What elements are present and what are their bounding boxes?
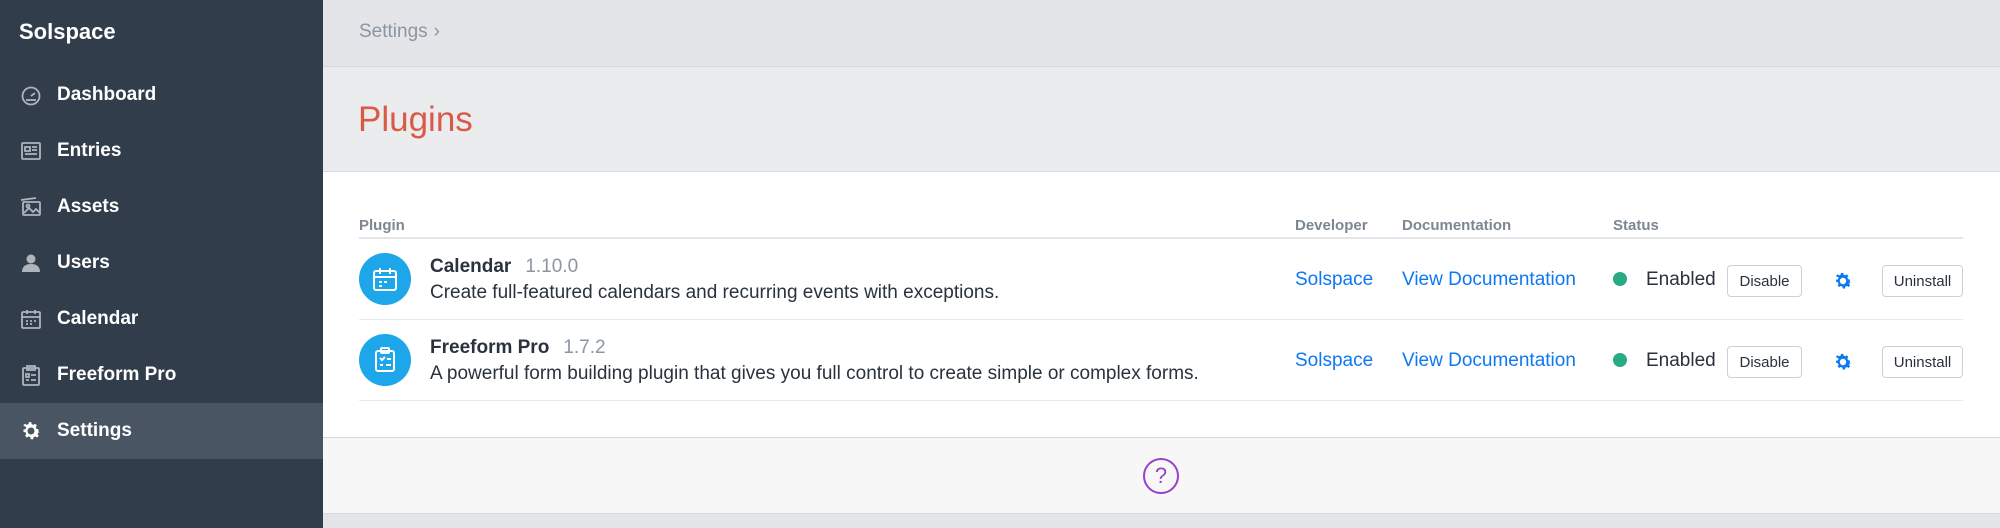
plugin-description: A powerful form building plugin that giv… xyxy=(430,363,1199,384)
sidebar-item-calendar[interactable]: Calendar xyxy=(0,291,323,347)
plugin-description: Create full-featured calendars and recur… xyxy=(430,282,1000,303)
entries-icon xyxy=(19,139,43,163)
documentation-link[interactable]: View Documentation xyxy=(1402,350,1576,372)
column-header-developer: Developer xyxy=(1295,217,1368,234)
sidebar-item-freeform-pro[interactable]: Freeform Pro xyxy=(0,347,323,403)
calendar-icon xyxy=(359,253,411,305)
status-enabled-dot xyxy=(1613,272,1627,286)
sidebar-nav: Dashboard Entries Assets Users Calendar … xyxy=(0,67,323,459)
plugin-settings-gear-icon[interactable] xyxy=(1831,269,1855,293)
sidebar-item-dashboard[interactable]: Dashboard xyxy=(0,67,323,123)
breadcrumb: Settings › xyxy=(359,21,440,43)
plugin-name-text: Freeform Pro xyxy=(430,337,550,358)
uninstall-button[interactable]: Uninstall xyxy=(1882,265,1963,297)
breadcrumb-separator: › xyxy=(433,21,440,42)
plugins-panel: Plugin Developer Documentation Status Ca… xyxy=(323,172,2000,438)
page-title: Plugins xyxy=(358,100,473,139)
documentation-link[interactable]: View Documentation xyxy=(1402,269,1576,291)
column-header-status: Status xyxy=(1613,217,1659,234)
plugins-table: Plugin Developer Documentation Status Ca… xyxy=(359,210,1963,401)
status-enabled-dot xyxy=(1613,353,1627,367)
plugin-name-text: Calendar xyxy=(430,256,512,277)
breadcrumb-settings-link[interactable]: Settings xyxy=(359,21,428,42)
sidebar-item-assets[interactable]: Assets xyxy=(0,179,323,235)
table-row: Freeform Pro 1.7.2 A powerful form buildi… xyxy=(359,320,1963,401)
sidebar-item-label: Settings xyxy=(57,420,132,441)
column-header-plugin: Plugin xyxy=(359,217,405,234)
plugin-settings-gear-icon[interactable] xyxy=(1831,350,1855,374)
developer-link[interactable]: Solspace xyxy=(1295,269,1373,291)
calendar-icon xyxy=(19,307,43,331)
sidebar-item-users[interactable]: Users xyxy=(0,235,323,291)
plugin-version: 1.7.2 xyxy=(563,337,606,358)
sidebar-item-label: Dashboard xyxy=(57,84,157,105)
disable-button[interactable]: Disable xyxy=(1727,346,1802,378)
freeform-icon xyxy=(19,363,43,387)
gear-icon xyxy=(19,419,43,443)
status-text: Enabled xyxy=(1646,269,1716,290)
sidebar: Solspace Dashboard Entries Assets Users … xyxy=(0,0,323,528)
users-icon xyxy=(19,251,43,275)
top-bar: Settings › xyxy=(323,0,2000,67)
page-header: Plugins xyxy=(323,67,2000,172)
assets-icon xyxy=(19,195,43,219)
plugin-version: 1.10.0 xyxy=(525,256,579,277)
plugin-name: Freeform Pro 1.7.2 xyxy=(430,337,606,359)
dashboard-icon xyxy=(19,83,43,107)
help-icon[interactable]: ? xyxy=(1143,458,1179,494)
main-area: Settings › Plugins Plugin Developer Docum… xyxy=(323,0,2000,528)
disable-button[interactable]: Disable xyxy=(1727,265,1802,297)
sidebar-item-label: Calendar xyxy=(57,308,139,329)
table-row: Calendar 1.10.0 Create full-featured cale… xyxy=(359,239,1963,320)
page-footer: ? xyxy=(323,438,2000,514)
uninstall-button[interactable]: Uninstall xyxy=(1882,346,1963,378)
site-name[interactable]: Solspace xyxy=(19,19,116,45)
status-text: Enabled xyxy=(1646,350,1716,371)
sidebar-item-entries[interactable]: Entries xyxy=(0,123,323,179)
sidebar-item-label: Entries xyxy=(57,140,122,161)
plugin-name: Calendar 1.10.0 xyxy=(430,256,578,278)
sidebar-item-settings[interactable]: Settings xyxy=(0,403,323,459)
sidebar-item-label: Users xyxy=(57,252,110,273)
developer-link[interactable]: Solspace xyxy=(1295,350,1373,372)
column-header-documentation: Documentation xyxy=(1402,217,1512,234)
sidebar-item-label: Assets xyxy=(57,196,120,217)
sidebar-item-label: Freeform Pro xyxy=(57,364,177,385)
clipboard-icon xyxy=(359,334,411,386)
table-header: Plugin Developer Documentation Status xyxy=(359,210,1963,239)
